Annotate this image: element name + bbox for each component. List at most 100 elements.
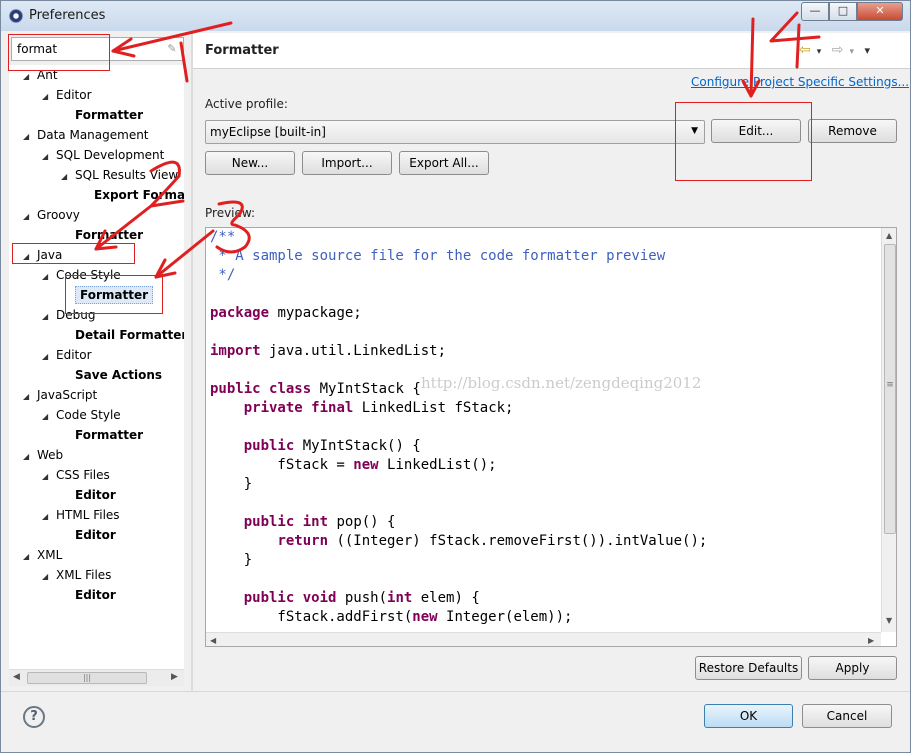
tree-item[interactable]: ◢ XML: [23, 545, 62, 565]
tree-item[interactable]: Export Format: [80, 185, 184, 205]
ok-button[interactable]: OK: [704, 704, 793, 728]
expand-arrow-icon[interactable]: ◢: [42, 267, 56, 287]
expand-arrow-icon[interactable]: ◢: [23, 127, 37, 147]
tree-item[interactable]: ◢ Groovy: [23, 205, 80, 225]
tree-item[interactable]: Save Actions: [61, 365, 162, 385]
preference-tree: ◢ Ant ◢ Editor Formatter ◢ Data Management ◢ SQL…: [9, 65, 184, 669]
title-bar: Preferences — □ ✕: [1, 1, 910, 31]
tree-item[interactable]: ◢ SQL Results View: [61, 165, 178, 185]
scroll-thumb[interactable]: ≡: [884, 244, 896, 534]
cancel-button[interactable]: Cancel: [802, 704, 892, 728]
restore-defaults-button[interactable]: Restore Defaults: [695, 656, 802, 680]
view-menu-icon[interactable]: ▾: [864, 44, 870, 57]
tree-item[interactable]: Formatter: [61, 225, 143, 245]
code-preview: /** * A sample source file for the code …: [205, 227, 897, 647]
annotation-box-java: [12, 243, 135, 264]
tree-item-label: CSS Files: [56, 468, 110, 482]
tree-item[interactable]: Formatter: [61, 425, 143, 445]
export-all-button[interactable]: Export All...: [399, 151, 489, 175]
tree-item-label: JavaScript: [37, 388, 98, 402]
expand-arrow-icon[interactable]: ◢: [42, 87, 56, 107]
expand-arrow-icon[interactable]: ◢: [23, 207, 37, 227]
page-navigation: ⇦ ▾ ⇨ ▾ ▾: [799, 42, 876, 58]
tree-item[interactable]: Editor: [61, 485, 116, 505]
tree-item[interactable]: Editor: [61, 525, 116, 545]
back-icon[interactable]: ⇦: [799, 42, 811, 58]
tree-item-label: Editor: [56, 88, 92, 102]
tree-item-label: Editor: [56, 348, 92, 362]
remove-button[interactable]: Remove: [808, 119, 897, 143]
maximize-button[interactable]: □: [829, 2, 857, 21]
preview-label: Preview:: [205, 206, 256, 220]
expand-arrow-icon[interactable]: ◢: [23, 387, 37, 407]
tree-item-label: Detail Formatters: [75, 328, 184, 342]
splitter[interactable]: [191, 31, 193, 691]
tree-item[interactable]: ◢ XML Files: [42, 565, 111, 585]
scroll-down-icon[interactable]: ▼: [886, 616, 892, 625]
tree-item-label: Formatter: [75, 108, 144, 122]
annotation-box-filter: [8, 34, 110, 71]
scroll-left-icon[interactable]: ◀: [13, 672, 20, 682]
forward-menu-icon[interactable]: ▾: [849, 47, 854, 57]
profile-value: myEclipse [built-in]: [210, 125, 326, 139]
tree-item[interactable]: Formatter: [61, 105, 143, 125]
preview-horizontal-scrollbar[interactable]: ◀ ▶: [206, 632, 881, 646]
expand-arrow-icon[interactable]: ◢: [42, 347, 56, 367]
tree-item-label: SQL Development: [56, 148, 165, 162]
eclipse-icon: [9, 9, 23, 23]
scroll-thumb[interactable]: |||: [27, 672, 147, 684]
tree-item[interactable]: ◢ Data Management: [23, 125, 149, 145]
expand-arrow-icon[interactable]: ◢: [42, 307, 56, 327]
tree-item[interactable]: ◢ HTML Files: [42, 505, 120, 525]
expand-arrow-icon[interactable]: ◢: [42, 567, 56, 587]
expand-arrow-icon[interactable]: ◢: [42, 147, 56, 167]
apply-button[interactable]: Apply: [808, 656, 897, 680]
expand-arrow-icon[interactable]: ◢: [61, 167, 75, 187]
footer-divider: [1, 691, 910, 692]
expand-arrow-icon[interactable]: ◢: [23, 447, 37, 467]
profile-select[interactable]: myEclipse [built-in] ▼: [205, 120, 705, 144]
forward-icon[interactable]: ⇨: [832, 42, 844, 58]
tree-item[interactable]: ◢ SQL Development: [42, 145, 164, 165]
tree-item[interactable]: ◢ CSS Files: [42, 465, 110, 485]
help-icon[interactable]: ?: [23, 706, 45, 728]
tree-item[interactable]: ◢ Editor: [42, 345, 92, 365]
scroll-right-icon[interactable]: ▶: [171, 672, 178, 682]
eraser-icon[interactable]: ✎: [165, 42, 179, 56]
tree-horizontal-scrollbar[interactable]: ◀ ||| ▶: [9, 669, 184, 686]
expand-arrow-icon[interactable]: ◢: [23, 547, 37, 567]
tree-item[interactable]: ◢ Code Style: [42, 405, 121, 425]
expand-arrow-icon[interactable]: ◢: [42, 507, 56, 527]
tree-item[interactable]: ◢ Web: [23, 445, 63, 465]
tree-item-label: Data Management: [37, 128, 149, 142]
tree-item-label: Code Style: [56, 408, 121, 422]
import-button[interactable]: Import...: [302, 151, 392, 175]
configure-project-settings-link[interactable]: Configure Project Specific Settings...: [691, 75, 909, 89]
tree-item[interactable]: Detail Formatters: [61, 325, 184, 345]
expand-arrow-icon[interactable]: ◢: [42, 407, 56, 427]
tree-item-label: Export Format: [94, 188, 184, 202]
preview-vertical-scrollbar[interactable]: ▲ ≡ ▼: [881, 228, 896, 632]
tree-item-label: Groovy: [37, 208, 80, 222]
annotation-box-edit: [675, 102, 812, 181]
scroll-right-icon[interactable]: ▶: [868, 636, 874, 645]
tree-item-label: Editor: [75, 488, 116, 502]
tree-item-label: SQL Results View: [75, 168, 179, 182]
annotation-box-formatter: [65, 275, 163, 314]
scroll-left-icon[interactable]: ◀: [210, 636, 216, 645]
tree-item[interactable]: ◢ JavaScript: [23, 385, 97, 405]
preferences-window: Preferences — □ ✕ ✎ ◢Ant◢EditorFormatter…: [0, 0, 911, 753]
scroll-up-icon[interactable]: ▲: [886, 231, 892, 240]
tree-item-label: Formatter: [75, 228, 144, 242]
active-profile-label: Active profile:: [205, 97, 288, 111]
expand-arrow-icon[interactable]: ◢: [42, 467, 56, 487]
tree-item-label: XML: [37, 548, 63, 562]
watermark: http://blog.csdn.net/zengdeqing2012: [421, 374, 702, 392]
tree-item[interactable]: ◢ Editor: [42, 85, 92, 105]
new-button[interactable]: New...: [205, 151, 295, 175]
back-menu-icon[interactable]: ▾: [817, 47, 822, 57]
minimize-button[interactable]: —: [801, 2, 829, 21]
close-button[interactable]: ✕: [857, 2, 903, 21]
window-title: Preferences: [29, 8, 106, 23]
tree-item[interactable]: Editor: [61, 585, 116, 605]
